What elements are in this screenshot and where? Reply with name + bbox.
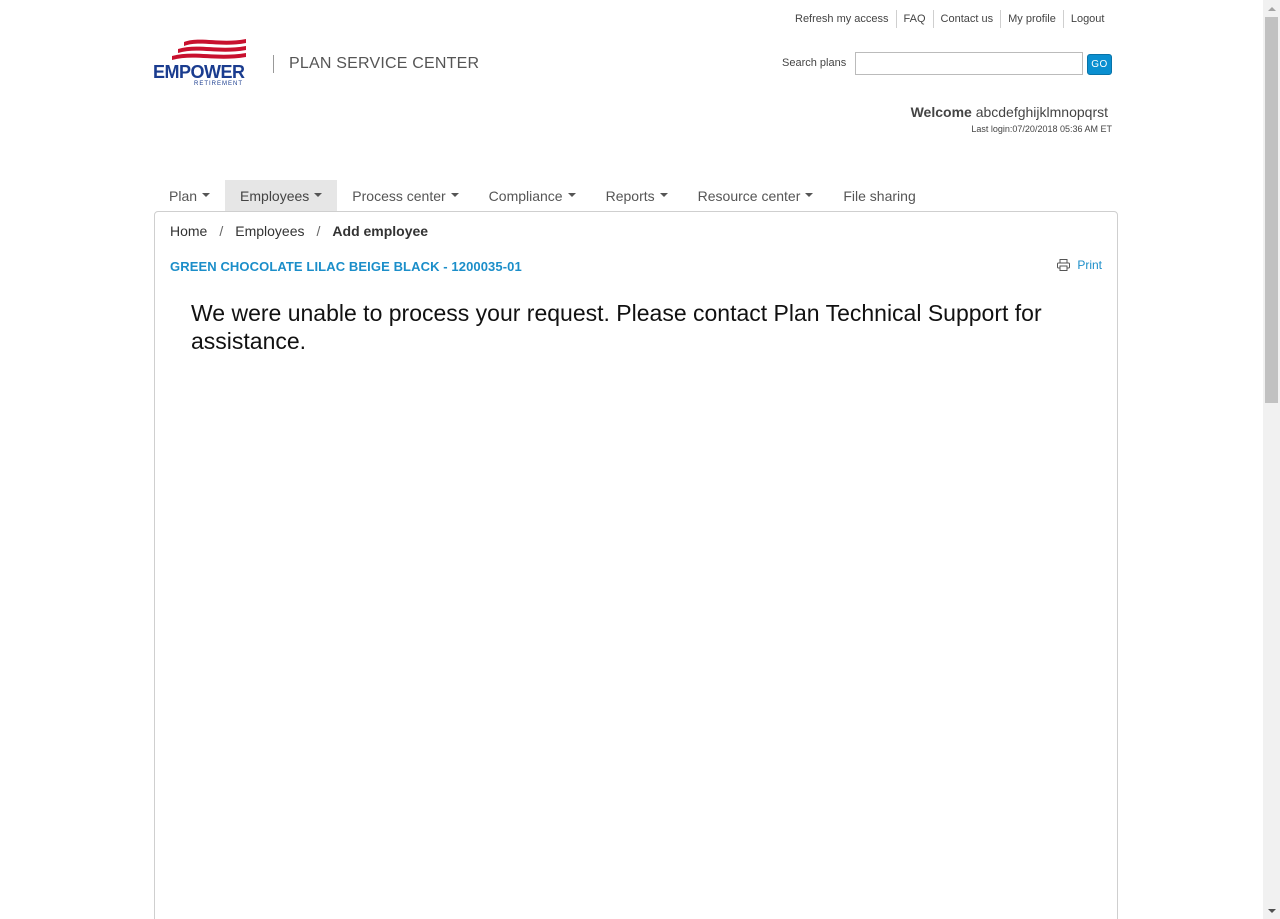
nav-label: Employees	[240, 187, 310, 204]
breadcrumb-separator: /	[219, 223, 224, 239]
scroll-up-icon[interactable]	[1263, 0, 1280, 17]
breadcrumb-separator: /	[316, 223, 321, 239]
refresh-access-link[interactable]: Refresh my access	[788, 10, 896, 28]
nav-reports[interactable]: Reports	[591, 180, 683, 211]
welcome-label: Welcome	[910, 104, 972, 120]
content-panel: Home / Employees / Add employee GREEN CH…	[154, 211, 1118, 919]
caret-down-icon	[314, 192, 323, 197]
logo-wordmark: EMPOWER	[153, 62, 245, 82]
error-message: We were unable to process your request. …	[191, 300, 1042, 354]
print-button[interactable]: Print	[1057, 258, 1102, 272]
nav-label: Process center	[352, 187, 446, 204]
search-go-button[interactable]: GO	[1087, 54, 1112, 75]
caret-down-icon	[659, 192, 668, 197]
breadcrumb: Home / Employees / Add employee	[170, 223, 428, 239]
logo-subtext: RETIREMENT	[194, 81, 243, 87]
scrollbar-thumb[interactable]	[1265, 17, 1278, 403]
caret-down-icon	[805, 192, 814, 197]
nav-compliance[interactable]: Compliance	[474, 180, 591, 211]
last-login: Last login:07/20/2018 05:36 AM ET	[971, 124, 1112, 134]
nav-label: Reports	[605, 187, 655, 204]
app-title: PLAN SERVICE CENTER	[289, 55, 480, 72]
print-label: Print	[1077, 258, 1102, 272]
nav-label: Compliance	[488, 187, 563, 204]
nav-process-center[interactable]: Process center	[337, 180, 473, 211]
utility-nav: Refresh my access FAQ Contact us My prof…	[788, 10, 1111, 28]
welcome-message: Welcome abcdefghijklmnopqrst	[911, 104, 1108, 120]
scroll-down-icon[interactable]	[1263, 902, 1280, 919]
search-label: Search plans	[782, 57, 847, 69]
plan-name: GREEN CHOCOLATE LILAC BEIGE BLACK - 1200…	[170, 259, 522, 274]
vertical-scrollbar[interactable]	[1263, 0, 1280, 919]
user-name: abcdefghijklmnopqrst	[975, 104, 1108, 120]
nav-employees[interactable]: Employees	[225, 180, 338, 211]
caret-down-icon	[567, 192, 576, 197]
nav-label: Resource center	[697, 187, 801, 204]
nav-label: Plan	[169, 187, 198, 204]
nav-resource-center[interactable]: Resource center	[683, 180, 829, 211]
breadcrumb-home[interactable]: Home	[170, 223, 207, 239]
nav-plan[interactable]: Plan	[154, 180, 225, 211]
breadcrumb-current: Add employee	[332, 223, 429, 239]
breadcrumb-employees[interactable]: Employees	[235, 223, 304, 239]
nav-label: File sharing	[843, 187, 916, 204]
printer-icon	[1057, 259, 1071, 271]
flag-wave-icon	[172, 39, 246, 60]
main-nav: Plan Employees Process center Compliance…	[154, 180, 931, 211]
nav-file-sharing[interactable]: File sharing	[828, 180, 930, 211]
caret-down-icon	[202, 192, 211, 197]
brand-divider	[273, 55, 274, 73]
my-profile-link[interactable]: My profile	[1000, 10, 1063, 28]
search-plans-input[interactable]	[855, 52, 1083, 75]
faq-link[interactable]: FAQ	[895, 10, 933, 28]
logout-link[interactable]: Logout	[1062, 10, 1112, 28]
empower-logo[interactable]: EMPOWER RETIREMENT	[152, 36, 252, 90]
contact-us-link[interactable]: Contact us	[932, 10, 1001, 28]
caret-down-icon	[450, 192, 459, 197]
